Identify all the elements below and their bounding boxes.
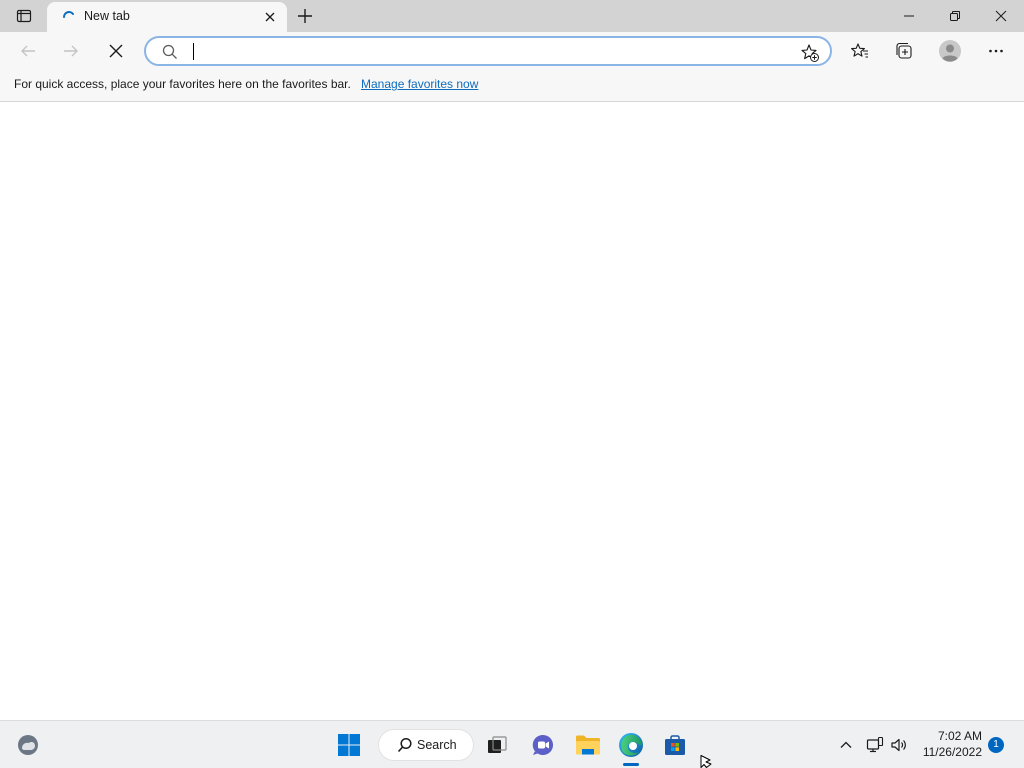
address-bar[interactable] <box>144 36 832 66</box>
favorites-icon <box>850 41 870 61</box>
network-button[interactable] <box>862 727 888 763</box>
stop-loading-button[interactable] <box>101 36 131 66</box>
minimize-icon <box>903 10 915 22</box>
tab-close-button[interactable] <box>261 8 279 26</box>
stop-icon <box>109 44 123 58</box>
restore-button[interactable] <box>932 0 978 32</box>
favorites-button[interactable] <box>845 36 875 66</box>
loading-spinner-icon <box>61 10 77 26</box>
clock-date[interactable]: 11/26/2022 <box>912 745 982 759</box>
more-options-button[interactable] <box>981 36 1011 66</box>
window-close-button[interactable] <box>978 0 1024 32</box>
forward-button[interactable] <box>56 36 86 66</box>
tab-actions-icon <box>16 8 32 24</box>
page-content <box>0 103 1024 720</box>
file-explorer-button[interactable] <box>570 727 606 763</box>
clock-time[interactable]: 7:02 AM <box>922 729 982 743</box>
notification-badge[interactable]: 1 <box>988 737 1004 753</box>
chat-icon <box>531 733 555 757</box>
network-icon <box>866 736 884 754</box>
restore-icon <box>949 10 961 22</box>
back-button[interactable] <box>13 36 43 66</box>
tab-strip: New tab <box>0 0 1024 32</box>
more-icon <box>988 43 1004 59</box>
active-app-indicator <box>623 763 639 766</box>
tab-actions-button[interactable] <box>8 4 40 28</box>
volume-icon <box>890 736 908 754</box>
volume-button[interactable] <box>886 727 912 763</box>
plus-icon <box>297 8 313 24</box>
address-input[interactable] <box>192 41 752 61</box>
chat-button[interactable] <box>525 727 561 763</box>
folder-icon <box>575 734 601 756</box>
edge-taskbar-button[interactable] <box>613 727 649 763</box>
task-view-icon <box>486 734 508 756</box>
favorites-bar-message: For quick access, place your favorites h… <box>14 77 351 91</box>
collections-icon <box>894 41 914 61</box>
new-tab-button[interactable] <box>293 4 317 28</box>
start-button[interactable] <box>331 727 367 763</box>
close-icon <box>995 10 1007 22</box>
task-view-button[interactable] <box>479 727 515 763</box>
minimize-button[interactable] <box>886 0 932 32</box>
windows-start-icon <box>337 733 361 757</box>
profile-icon <box>938 39 962 63</box>
mouse-cursor-icon <box>700 755 712 768</box>
favorites-bar: For quick access, place your favorites h… <box>0 70 1024 102</box>
microsoft-store-button[interactable] <box>657 727 693 763</box>
taskbar-search-label: Search <box>417 738 457 752</box>
collections-button[interactable] <box>889 36 919 66</box>
tab-title: New tab <box>84 9 130 23</box>
text-caret <box>193 43 194 60</box>
store-icon <box>663 733 687 757</box>
forward-arrow-icon <box>62 42 80 60</box>
search-icon <box>162 44 178 60</box>
taskbar-search-box[interactable]: Search <box>378 729 474 761</box>
tab-new-tab[interactable]: New tab <box>47 2 287 32</box>
taskbar: Search 7:02 AM 11/26/2022 1 <box>0 720 1024 768</box>
star-add-icon[interactable] <box>800 43 820 63</box>
navigation-toolbar <box>0 32 1024 70</box>
show-hidden-icons-button[interactable] <box>829 727 863 763</box>
edge-icon <box>618 732 644 758</box>
close-icon <box>264 11 276 23</box>
search-icon <box>397 737 413 753</box>
profile-button[interactable] <box>935 36 965 66</box>
chevron-up-icon <box>839 738 853 752</box>
back-arrow-icon <box>19 42 37 60</box>
widgets-button[interactable] <box>10 727 46 763</box>
manage-favorites-link[interactable]: Manage favorites now <box>361 77 478 91</box>
weather-icon <box>16 733 40 757</box>
